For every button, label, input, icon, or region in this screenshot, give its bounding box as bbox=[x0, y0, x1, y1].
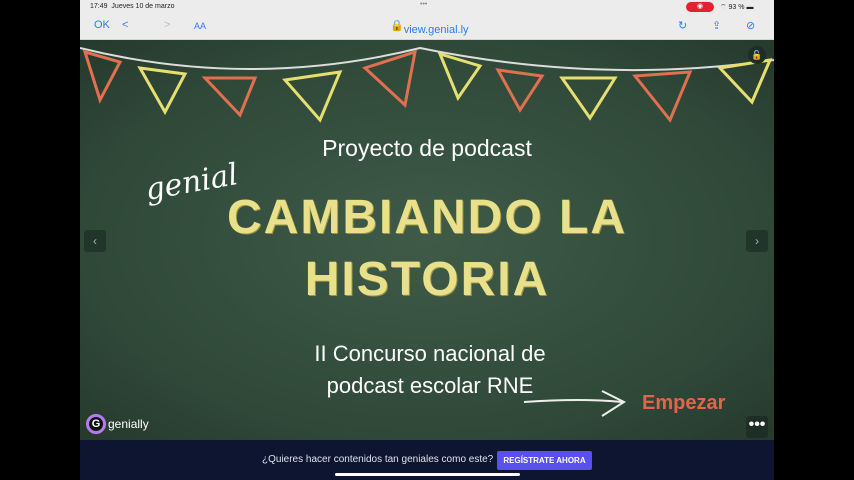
battery-indicator: ⌔ 93 % ▬ bbox=[720, 4, 754, 11]
genially-logo[interactable]: Ggenially bbox=[86, 414, 149, 434]
next-slide-button[interactable]: › bbox=[746, 230, 768, 252]
status-time: 17:49 Jueves 10 de marzo bbox=[90, 3, 175, 10]
slide-title-line1: CAMBIANDO LA bbox=[227, 191, 627, 244]
bunting-decoration bbox=[80, 46, 774, 123]
multitask-dots-icon[interactable]: ••• bbox=[420, 1, 427, 8]
reload-icon[interactable]: ↻ bbox=[678, 19, 687, 32]
chalk-arrow-icon bbox=[523, 390, 627, 417]
compass-icon[interactable]: ⊘ bbox=[746, 19, 755, 32]
ipad-screen: 17:49 Jueves 10 de marzo ••• ◉ ⌔ 93 % ▬ … bbox=[80, 0, 774, 480]
slide-subtitle: Proyecto de podcast bbox=[322, 135, 532, 161]
start-button[interactable]: Empezar bbox=[642, 392, 725, 415]
share-icon[interactable]: ⇪ bbox=[712, 19, 721, 32]
more-options-button[interactable]: ••• bbox=[746, 416, 768, 438]
genially-logo-icon: G bbox=[86, 414, 106, 434]
register-button[interactable]: REGÍSTRATE AHORA bbox=[497, 451, 592, 470]
address-bar[interactable]: 🔒 view.genial.ly bbox=[390, 19, 469, 36]
slide-title-line2: HISTORIA bbox=[304, 253, 550, 306]
prev-slide-button[interactable]: ‹ bbox=[84, 230, 106, 252]
recording-indicator-icon: ◉ bbox=[686, 2, 714, 12]
done-button[interactable]: OK bbox=[94, 19, 110, 31]
status-bar: 17:49 Jueves 10 de marzo ••• ◉ ⌔ 93 % ▬ bbox=[80, 0, 774, 14]
home-indicator[interactable] bbox=[335, 473, 520, 476]
banner-question: ¿Quieres hacer contenidos tan geniales c… bbox=[262, 454, 494, 465]
browser-toolbar: OK < > AA 🔒 view.genial.ly ↻ ⇪ ⊘ bbox=[80, 14, 774, 40]
back-button[interactable]: < bbox=[122, 19, 128, 31]
forward-button[interactable]: > bbox=[164, 19, 170, 31]
lock-icon[interactable]: 🔓 bbox=[748, 46, 766, 64]
presentation-slide: 🔓 Proyecto de podcast genial CAMBIANDO L… bbox=[80, 40, 774, 440]
text-size-button[interactable]: AA bbox=[194, 21, 206, 31]
